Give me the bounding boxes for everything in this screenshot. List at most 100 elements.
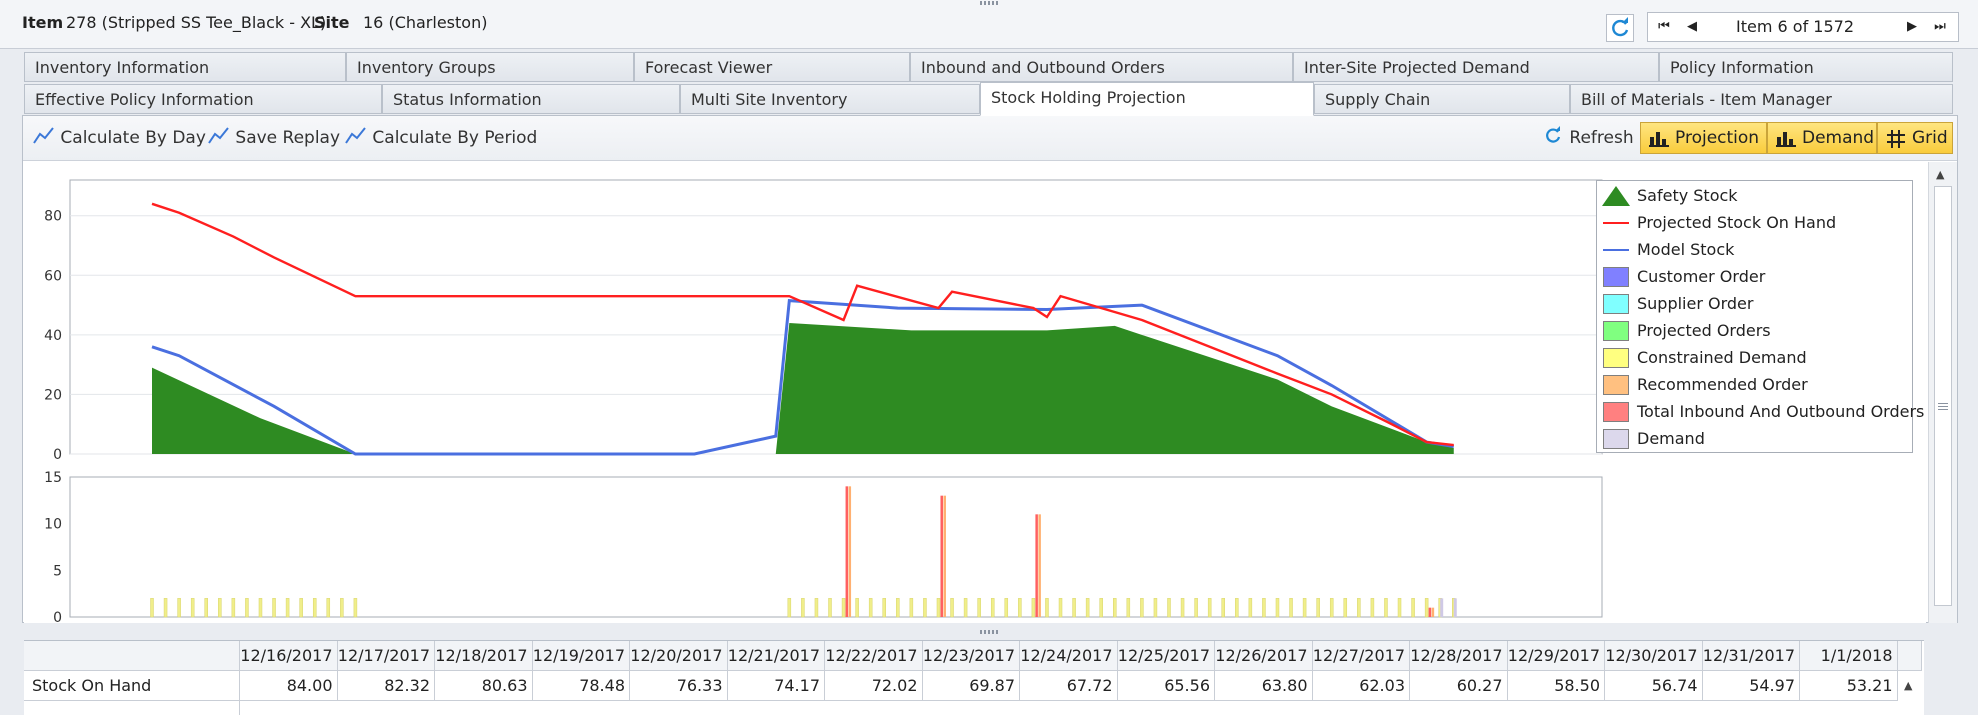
constrained-demand-bar [1113, 598, 1117, 618]
legend-label: Projected Orders [1637, 321, 1771, 340]
prev-record-button[interactable]: ◀ [1678, 13, 1706, 41]
item-header: Item 278 (Stripped SS Tee_Black - XL) Si… [0, 0, 1978, 49]
color-swatch [1603, 429, 1629, 449]
tab-policy-information[interactable]: Policy Information [1659, 52, 1953, 82]
grid-cell[interactable]: 82.32 [337, 671, 435, 701]
grid-column-header[interactable]: 12/26/2017 [1215, 641, 1313, 671]
tab-inventory-information[interactable]: Inventory Information [24, 52, 346, 82]
grid-column-header[interactable]: 12/23/2017 [922, 641, 1020, 671]
splitter-grip-lower[interactable] [980, 630, 998, 634]
constrained-demand-bar [1058, 598, 1063, 618]
constrained-demand-bar [1126, 598, 1131, 618]
scroll-up-icon[interactable]: ▲ [1936, 168, 1944, 181]
grid-column-header[interactable]: 1/1/2018 [1800, 641, 1898, 671]
constrained-demand-bar [1316, 598, 1320, 618]
last-record-button[interactable]: ⏭ [1926, 13, 1954, 41]
constrained-demand-bar [1153, 598, 1158, 618]
grid-column-header[interactable]: 12/20/2017 [630, 641, 728, 671]
tab-bill-of-materials[interactable]: Bill of Materials - Item Manager [1570, 84, 1953, 114]
grid-cell[interactable]: 76.33 [630, 671, 728, 701]
grid-column-header[interactable]: 12/25/2017 [1117, 641, 1215, 671]
grid-column-header[interactable]: 12/21/2017 [727, 641, 825, 671]
grid-column-header[interactable]: 12/19/2017 [532, 641, 630, 671]
grid-toggle[interactable]: Grid [1877, 122, 1953, 154]
grid-column-header[interactable]: 12/24/2017 [1020, 641, 1118, 671]
grid-cell[interactable]: 69.87 [922, 671, 1020, 701]
tab-effective-policy-information[interactable]: Effective Policy Information [24, 84, 382, 114]
grid-column-header[interactable]: 12/30/2017 [1605, 641, 1703, 671]
y-tick-label: 40 [44, 328, 62, 344]
vertical-scrollbar[interactable]: ▲ [1928, 162, 1957, 623]
legend-label: Model Stock [1637, 240, 1735, 259]
grid-cell[interactable]: 53.21 [1800, 671, 1898, 701]
save-replay-label: Save Replay [235, 128, 341, 148]
grid-column-header[interactable]: 12/16/2017 [240, 641, 338, 671]
site-label: Site [314, 13, 350, 32]
grid-column-header[interactable]: 12/22/2017 [825, 641, 923, 671]
grid-scroll-up-icon[interactable]: ▲ [1904, 679, 1912, 692]
tab-inter-site-projected-demand[interactable]: Inter-Site Projected Demand [1293, 52, 1659, 82]
legend-label: Total Inbound And Outbound Orders [1637, 402, 1925, 421]
grid-corner-cell [24, 641, 240, 671]
recommended-order-bar [943, 495, 946, 617]
demand-toggle[interactable]: Demand [1767, 122, 1877, 154]
constrained-demand-bar [963, 598, 968, 618]
grid-column-header[interactable]: 12/29/2017 [1507, 641, 1605, 671]
grid-cell[interactable]: 78.48 [532, 671, 630, 701]
legend-label: Demand [1637, 429, 1705, 448]
recommended-order-bar [1038, 514, 1041, 617]
grid-cell[interactable]: 72.02 [825, 671, 923, 701]
tab-supply-chain[interactable]: Supply Chain [1314, 84, 1570, 114]
grid-column-header[interactable]: 12/18/2017 [435, 641, 533, 671]
constrained-demand-bar [258, 598, 263, 618]
chart-legend: Safety Stock Projected Stock On Hand Model… [1596, 180, 1924, 453]
calculate-by-day-button[interactable]: Calculate By Day [33, 124, 206, 152]
next-record-button[interactable]: ▶ [1898, 13, 1926, 41]
constrained-demand-bar [1424, 598, 1429, 618]
splitter-grip[interactable] [980, 1, 998, 5]
constrained-demand-bar [1262, 598, 1266, 618]
grid-cell[interactable]: 54.97 [1702, 671, 1800, 701]
scroll-thumb[interactable] [1934, 186, 1952, 606]
grid-cell[interactable]: 58.50 [1507, 671, 1605, 701]
thumb-grip-icon [1938, 403, 1948, 411]
save-replay-button[interactable]: Save Replay [208, 124, 340, 152]
grid-column-header[interactable]: 12/28/2017 [1410, 641, 1508, 671]
grid-cell[interactable]: 80.63 [435, 671, 533, 701]
grid-cell[interactable]: 56.74 [1605, 671, 1703, 701]
projection-toggle[interactable]: Projection [1640, 122, 1767, 154]
projection-chart: 0 20 40 60 80 [44, 179, 1603, 463]
tab-inventory-groups[interactable]: Inventory Groups [346, 52, 634, 82]
refresh-icon [1546, 126, 1561, 143]
legend-label: Recommended Order [1637, 375, 1808, 394]
constrained-demand-bar [326, 598, 331, 618]
grid-column-header[interactable]: 12/17/2017 [337, 641, 435, 671]
constrained-demand-bar [1031, 598, 1036, 618]
calculate-by-period-button[interactable]: Calculate By Period [345, 124, 537, 152]
grid-column-header[interactable]: 12/31/2017 [1702, 641, 1800, 671]
reload-button[interactable] [1606, 14, 1634, 42]
constrained-demand-bar [340, 598, 344, 618]
constrained-demand-bar [1329, 598, 1334, 618]
tab-forecast-viewer[interactable]: Forecast Viewer [634, 52, 910, 82]
tab-stock-holding-projection[interactable]: Stock Holding Projection [980, 82, 1314, 116]
projection-label: Projection [1675, 128, 1760, 148]
refresh-button[interactable]: Refresh [1542, 124, 1634, 152]
grid-cell[interactable]: 65.56 [1117, 671, 1215, 701]
color-swatch [1603, 294, 1629, 314]
constrained-demand-bar [990, 598, 995, 618]
grid-column-header[interactable]: 12/27/2017 [1312, 641, 1410, 671]
grid-cell[interactable]: 63.80 [1215, 671, 1313, 701]
grid-cell[interactable]: 67.72 [1020, 671, 1118, 701]
constrained-demand-bar [828, 598, 832, 618]
tab-inbound-outbound-orders[interactable]: Inbound and Outbound Orders [910, 52, 1293, 82]
grid-cell[interactable]: 84.00 [240, 671, 338, 701]
tab-status-information[interactable]: Status Information [382, 84, 680, 114]
constrained-demand-bar [272, 598, 276, 618]
tab-multi-site-inventory[interactable]: Multi Site Inventory [680, 84, 980, 114]
refresh-label: Refresh [1569, 128, 1634, 148]
grid-cell[interactable]: 60.27 [1410, 671, 1508, 701]
grid-cell[interactable]: 62.03 [1312, 671, 1410, 701]
grid-cell[interactable]: 74.17 [727, 671, 825, 701]
first-record-button[interactable]: ⏮ [1650, 13, 1678, 41]
